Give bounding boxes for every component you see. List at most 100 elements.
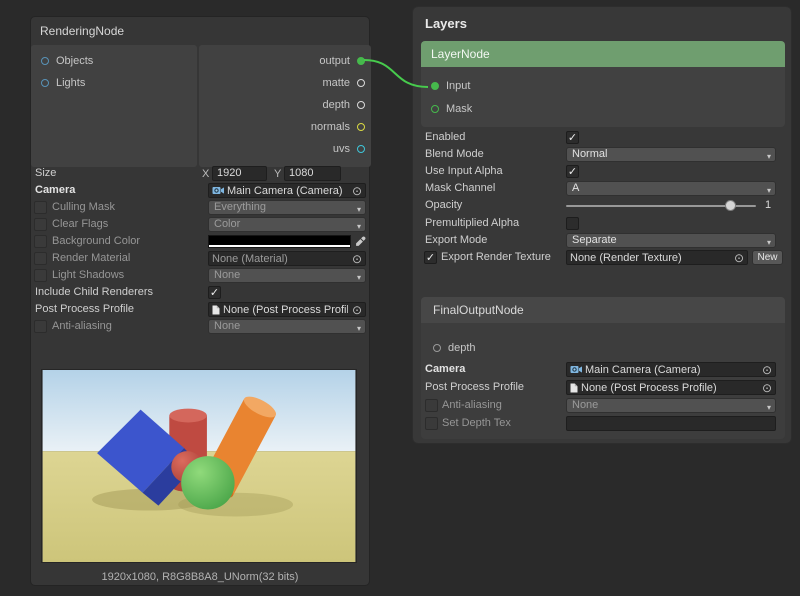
port-row-output[interactable]: output — [199, 50, 371, 72]
render-material-object-field[interactable]: None (Material) ⊙ — [208, 251, 366, 266]
anti-aliasing-label: Anti-aliasing — [52, 320, 112, 332]
size-x-field[interactable]: 1920 — [212, 166, 267, 181]
rendering-node-title: RenderingNode — [31, 17, 369, 45]
mask-channel-label: Mask Channel — [425, 182, 495, 194]
port-row-lights[interactable]: Lights — [31, 72, 197, 94]
post-process-profile-row: Post Process Profile None (Post Process … — [31, 301, 369, 318]
anti-aliasing-dropdown[interactable]: None ▾ — [208, 319, 366, 334]
clear-flags-dropdown[interactable]: Color ▾ — [208, 217, 366, 232]
port-row-final-depth[interactable]: depth — [423, 337, 476, 359]
enabled-label: Enabled — [425, 131, 465, 143]
mask-channel-dropdown[interactable]: A ▾ — [566, 181, 776, 196]
final-anti-aliasing-dropdown[interactable]: None ▾ — [566, 398, 776, 413]
layer-node-header[interactable]: LayerNode — [421, 41, 785, 67]
camera-object-field[interactable]: Main Camera (Camera) ⊙ — [208, 183, 366, 198]
output-port-icon[interactable] — [357, 57, 365, 65]
size-y-value: 1080 — [289, 167, 313, 179]
final-camera-label: Camera — [425, 363, 465, 375]
render-material-override-checkbox[interactable] — [34, 252, 47, 265]
object-picker-icon[interactable]: ⊙ — [351, 253, 363, 265]
eyedropper-icon[interactable] — [355, 236, 366, 247]
chevron-down-icon: ▾ — [357, 220, 361, 232]
port-row-depth[interactable]: depth — [199, 94, 371, 116]
camera-row: Camera Main Camera (Camera) ⊙ — [31, 182, 369, 199]
chevron-down-icon: ▾ — [767, 184, 771, 196]
post-process-profile-object-field[interactable]: None (Post Process Profile) ⊙ — [208, 302, 366, 317]
object-picker-icon[interactable]: ⊙ — [733, 252, 745, 264]
premultiplied-alpha-checkbox[interactable] — [566, 217, 579, 230]
matte-port-icon[interactable] — [357, 79, 365, 87]
background-color-swatch[interactable] — [208, 235, 351, 248]
final-anti-aliasing-value: None — [572, 399, 598, 411]
normals-port-label: normals — [311, 121, 350, 133]
camera-label: Camera — [35, 184, 75, 196]
final-depth-port-icon[interactable] — [433, 344, 441, 352]
anti-aliasing-override-checkbox[interactable] — [34, 320, 47, 333]
export-render-texture-object-field[interactable]: None (Render Texture) ⊙ — [566, 250, 748, 265]
object-picker-icon[interactable]: ⊙ — [761, 382, 773, 394]
port-row-input[interactable]: Input — [421, 74, 785, 97]
normals-port-icon[interactable] — [357, 123, 365, 131]
culling-mask-dropdown[interactable]: Everything ▾ — [208, 200, 366, 215]
uvs-port-icon[interactable] — [357, 145, 365, 153]
culling-mask-override-checkbox[interactable] — [34, 201, 47, 214]
final-post-process-profile-object-field[interactable]: None (Post Process Profile) ⊙ — [566, 380, 776, 395]
mask-port-icon[interactable] — [431, 105, 439, 113]
export-mode-value: Separate — [572, 234, 617, 246]
background-color-row: Background Color — [31, 233, 369, 250]
object-picker-icon[interactable]: ⊙ — [351, 185, 363, 197]
premultiplied-alpha-label: Premultiplied Alpha — [425, 217, 519, 229]
object-picker-icon[interactable]: ⊙ — [761, 364, 773, 376]
lights-port-icon[interactable] — [41, 79, 49, 87]
light-shadows-row: Light Shadows None ▾ — [31, 267, 369, 284]
camera-icon — [212, 186, 224, 195]
objects-port-label: Objects — [56, 55, 93, 67]
opacity-slider-thumb[interactable] — [725, 200, 736, 211]
blend-mode-dropdown[interactable]: Normal ▾ — [566, 147, 776, 162]
set-depth-tex-field[interactable] — [566, 416, 776, 431]
light-shadows-dropdown[interactable]: None ▾ — [208, 268, 366, 283]
rendering-node[interactable]: RenderingNode Objects Lights output matt… — [30, 16, 370, 586]
include-child-renderers-checkbox[interactable]: ✓ — [208, 286, 221, 299]
object-picker-icon[interactable]: ⊙ — [351, 304, 363, 316]
matte-port-label: matte — [322, 77, 350, 89]
port-row-objects[interactable]: Objects — [31, 50, 197, 72]
chevron-down-icon: ▾ — [357, 322, 361, 334]
export-render-texture-row: ✓ Export Render Texture None (Render Tex… — [413, 249, 791, 266]
port-row-uvs[interactable]: uvs — [199, 138, 371, 160]
depth-port-label: depth — [322, 99, 350, 111]
final-output-node[interactable]: FinalOutputNode depth Camera Main Camera… — [421, 297, 785, 439]
port-row-normals[interactable]: normals — [199, 116, 371, 138]
port-row-mask[interactable]: Mask — [421, 97, 785, 120]
check-icon: ✓ — [210, 287, 219, 299]
final-anti-aliasing-override-checkbox[interactable] — [425, 399, 438, 412]
objects-port-icon[interactable] — [41, 57, 49, 65]
final-output-node-header[interactable]: FinalOutputNode — [421, 297, 785, 323]
post-process-profile-label: Post Process Profile — [35, 303, 134, 315]
export-render-texture-checkbox[interactable]: ✓ — [424, 251, 437, 264]
new-render-texture-button[interactable]: New — [752, 250, 783, 265]
light-shadows-value: None — [214, 269, 240, 281]
profile-icon — [212, 305, 220, 315]
layer-node[interactable]: LayerNode Input Mask — [421, 41, 785, 127]
render-preview-image — [41, 369, 357, 563]
port-row-matte[interactable]: matte — [199, 72, 371, 94]
rendering-node-output-ports: output matte depth normals uvs — [199, 45, 371, 167]
culling-mask-value: Everything — [214, 201, 266, 213]
enabled-checkbox[interactable]: ✓ — [566, 131, 579, 144]
mask-channel-value: A — [572, 182, 579, 194]
use-input-alpha-checkbox[interactable]: ✓ — [566, 165, 579, 178]
input-port-icon[interactable] — [431, 82, 439, 90]
light-shadows-override-checkbox[interactable] — [34, 269, 47, 282]
export-mode-dropdown[interactable]: Separate ▾ — [566, 233, 776, 248]
chevron-down-icon: ▾ — [357, 203, 361, 215]
depth-port-icon[interactable] — [357, 101, 365, 109]
culling-mask-label: Culling Mask — [52, 201, 115, 213]
set-depth-tex-override-checkbox[interactable] — [425, 417, 438, 430]
enabled-row: Enabled ✓ — [413, 129, 791, 146]
background-color-override-checkbox[interactable] — [34, 235, 47, 248]
final-post-process-profile-row: Post Process Profile None (Post Process … — [421, 379, 785, 396]
final-camera-object-field[interactable]: Main Camera (Camera) ⊙ — [566, 362, 776, 377]
size-y-field[interactable]: 1080 — [284, 166, 341, 181]
clear-flags-override-checkbox[interactable] — [34, 218, 47, 231]
